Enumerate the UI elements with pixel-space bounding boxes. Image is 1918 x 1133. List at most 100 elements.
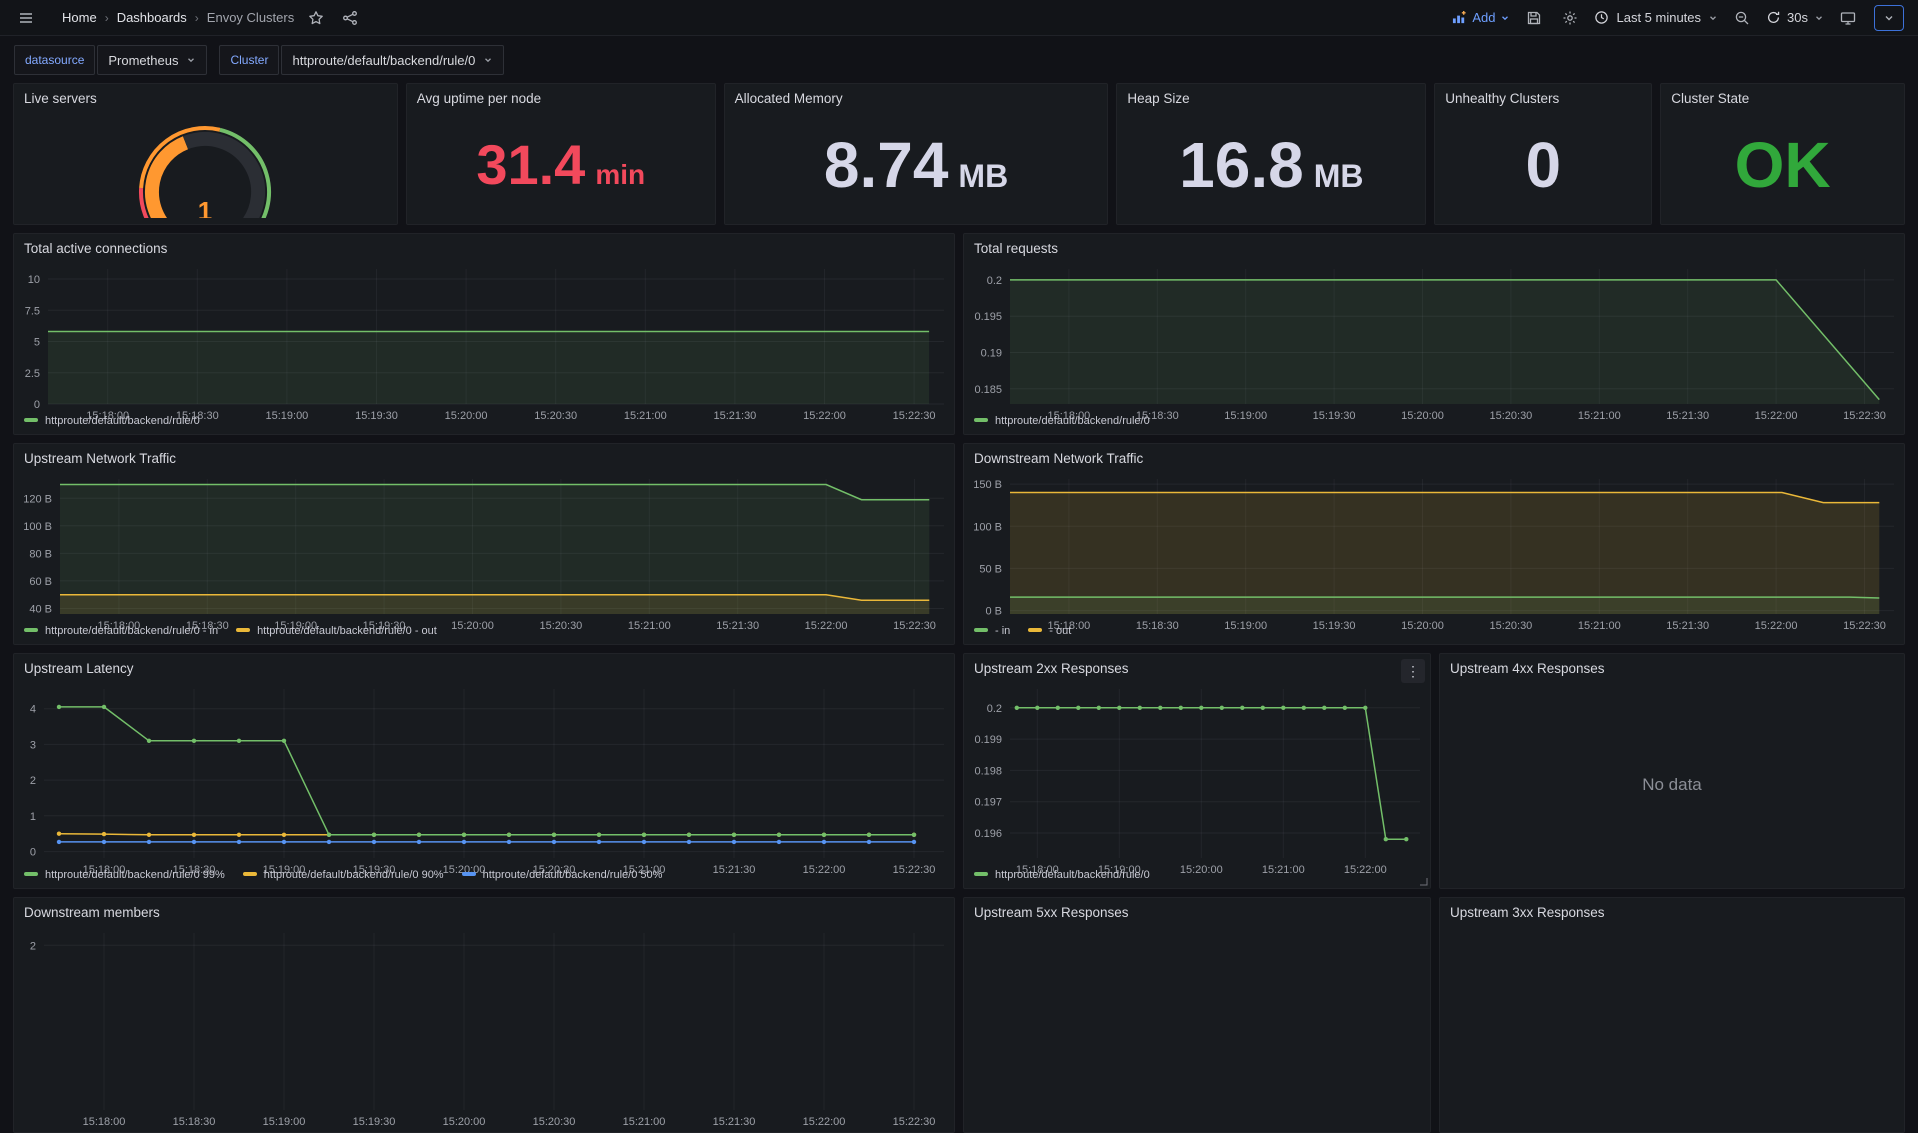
chart-canvas-upstream-2xx[interactable]: 15:18:0015:19:0015:20:0015:21:0015:22:00… <box>964 681 1430 868</box>
svg-text:0.2: 0.2 <box>987 703 1002 715</box>
share-icon[interactable] <box>338 6 362 30</box>
svg-text:0.195: 0.195 <box>974 311 1002 323</box>
refresh-controls[interactable]: 30s <box>1766 10 1824 25</box>
breadcrumb-home[interactable]: Home <box>62 10 97 25</box>
allocated-memory-unit: MB <box>958 160 1008 192</box>
svg-text:2: 2 <box>30 775 36 787</box>
legend-item[interactable]: httproute/default/backend/rule/0 - in <box>24 625 218 637</box>
svg-text:40 B: 40 B <box>29 604 52 616</box>
datasource-variable: datasource Prometheus <box>14 45 207 75</box>
stat-value: 16.8 MB <box>1179 133 1363 197</box>
svg-text:7.5: 7.5 <box>25 305 40 317</box>
svg-text:15:21:30: 15:21:30 <box>713 1116 756 1128</box>
svg-text:0: 0 <box>34 399 40 411</box>
legend-item[interactable]: httproute/default/backend/rule/0 <box>974 869 1150 881</box>
bar-chart-add-icon <box>1452 10 1467 25</box>
panel-live-servers: Live servers 1 <box>13 83 398 225</box>
panel-title[interactable]: Upstream 3xx Responses <box>1440 898 1904 925</box>
chart-legend: httproute/default/backend/rule/0 <box>964 868 1430 888</box>
panel-title[interactable]: Upstream 2xx Responses <box>964 654 1430 681</box>
panel-title[interactable]: Cluster State <box>1661 84 1904 111</box>
panel-title[interactable]: Upstream Latency <box>14 654 954 681</box>
chevron-down-icon <box>1883 12 1895 24</box>
cluster-label: Cluster <box>219 45 279 75</box>
time-range-picker[interactable]: Last 5 minutes <box>1594 10 1718 25</box>
collapse-navbar-chevron[interactable] <box>1874 5 1904 31</box>
chart-canvas-total-active-connections[interactable]: 15:18:0015:18:3015:19:0015:19:3015:20:00… <box>14 261 954 414</box>
chart-canvas-downstream-members[interactable]: 15:18:0015:18:3015:19:0015:19:3015:20:00… <box>14 925 954 1132</box>
favorite-star-icon[interactable] <box>304 6 328 30</box>
svg-text:50 B: 50 B <box>979 563 1002 575</box>
kiosk-monitor-icon[interactable] <box>1836 6 1860 30</box>
legend-item[interactable]: httproute/default/backend/rule/0 50% <box>462 869 663 881</box>
heap-size-unit: MB <box>1314 160 1364 192</box>
dashboard-settings-gear-icon[interactable] <box>1558 6 1582 30</box>
cluster-value: httproute/default/backend/rule/0 <box>292 53 475 68</box>
save-dashboard-icon[interactable] <box>1522 6 1546 30</box>
panel-title[interactable]: Total active connections <box>14 234 954 261</box>
svg-text:2.5: 2.5 <box>25 368 40 380</box>
panel-title[interactable]: Allocated Memory <box>725 84 1108 111</box>
chart-legend: httproute/default/backend/rule/0 <box>14 414 954 434</box>
datasource-select[interactable]: Prometheus <box>97 45 207 75</box>
legend-item[interactable]: httproute/default/backend/rule/0 <box>974 415 1150 427</box>
panel-title[interactable]: Downstream members <box>14 898 954 925</box>
panel-heap-size: Heap Size 16.8 MB <box>1116 83 1426 225</box>
clock-icon <box>1594 10 1609 25</box>
panel-title[interactable]: Upstream Network Traffic <box>14 444 954 471</box>
uptime-value: 31.4 <box>476 137 585 193</box>
hamburger-menu-icon[interactable] <box>14 6 38 30</box>
panel-allocated-memory: Allocated Memory 8.74 MB <box>724 83 1109 225</box>
svg-text:15:19:00: 15:19:00 <box>263 1116 306 1128</box>
chevron-down-icon <box>1500 13 1510 23</box>
chart-canvas-upstream-traffic[interactable]: 15:18:0015:18:3015:19:0015:19:3015:20:00… <box>14 471 954 624</box>
chevron-down-icon <box>1814 13 1824 23</box>
panel-upstream-latency: Upstream Latency 15:18:0015:18:3015:19:0… <box>13 653 955 889</box>
panel-title[interactable]: Downstream Network Traffic <box>964 444 1904 471</box>
legend-item[interactable]: httproute/default/backend/rule/0 <box>24 415 200 427</box>
svg-text:15:22:00: 15:22:00 <box>803 1116 846 1128</box>
gauge-container: 1 <box>14 111 397 224</box>
cluster-variable: Cluster httproute/default/backend/rule/0 <box>219 45 504 75</box>
chart-canvas-upstream-5xx[interactable] <box>964 925 1430 1132</box>
refresh-interval-label: 30s <box>1787 10 1808 25</box>
chart-canvas-downstream-traffic[interactable]: 15:18:0015:18:3015:19:0015:19:3015:20:00… <box>964 471 1904 624</box>
add-label: Add <box>1472 10 1495 25</box>
panel-title[interactable]: Upstream 5xx Responses <box>964 898 1430 925</box>
panel-resize-handle[interactable] <box>1419 877 1428 886</box>
panel-title[interactable]: Unhealthy Clusters <box>1435 84 1651 111</box>
breadcrumb-dashboards[interactable]: Dashboards <box>117 10 187 25</box>
add-panel-button[interactable]: Add <box>1452 10 1510 25</box>
panel-title[interactable]: Heap Size <box>1117 84 1425 111</box>
panel-title[interactable]: Total requests <box>964 234 1904 261</box>
svg-text:150 B: 150 B <box>973 479 1002 491</box>
datasource-label: datasource <box>14 45 95 75</box>
chart-canvas-upstream-latency[interactable]: 15:18:0015:18:3015:19:0015:19:3015:20:00… <box>14 681 954 868</box>
legend-item[interactable]: - out <box>1028 625 1071 637</box>
breadcrumb-separator: › <box>195 11 199 25</box>
svg-text:0.199: 0.199 <box>974 734 1002 746</box>
chart-canvas-total-requests[interactable]: 15:18:0015:18:3015:19:0015:19:3015:20:00… <box>964 261 1904 414</box>
panel-upstream-3xx-responses: Upstream 3xx Responses <box>1439 897 1905 1133</box>
svg-text:15:20:30: 15:20:30 <box>533 1116 576 1128</box>
chart-canvas-upstream-3xx[interactable] <box>1440 925 1904 1132</box>
panel-unhealthy-clusters: Unhealthy Clusters 0 <box>1434 83 1652 225</box>
panel-title[interactable]: Avg uptime per node <box>407 84 715 111</box>
cluster-select[interactable]: httproute/default/backend/rule/0 <box>281 45 504 75</box>
svg-text:0: 0 <box>30 847 36 859</box>
panel-upstream-5xx-responses: Upstream 5xx Responses <box>963 897 1431 1133</box>
unhealthy-clusters-value: 0 <box>1525 133 1561 197</box>
stat-value: 8.74 MB <box>824 133 1008 197</box>
panel-title[interactable]: Live servers <box>14 84 397 111</box>
legend-item[interactable]: httproute/default/backend/rule/0 90% <box>243 869 444 881</box>
legend-item[interactable]: httproute/default/backend/rule/0 - out <box>236 625 437 637</box>
panel-title[interactable]: Upstream 4xx Responses <box>1440 654 1904 681</box>
zoom-out-time-icon[interactable] <box>1730 6 1754 30</box>
legend-item[interactable]: httproute/default/backend/rule/0 99% <box>24 869 225 881</box>
svg-text:0.198: 0.198 <box>974 765 1002 777</box>
svg-text:15:22:30: 15:22:30 <box>893 1116 936 1128</box>
panel-upstream-2xx-responses: Upstream 2xx Responses ⋮ 15:18:0015:19:0… <box>963 653 1431 889</box>
panel-menu-kebab-icon[interactable]: ⋮ <box>1401 659 1425 683</box>
panel-upstream-4xx-responses: Upstream 4xx Responses No data <box>1439 653 1905 889</box>
legend-item[interactable]: - in <box>974 625 1010 637</box>
